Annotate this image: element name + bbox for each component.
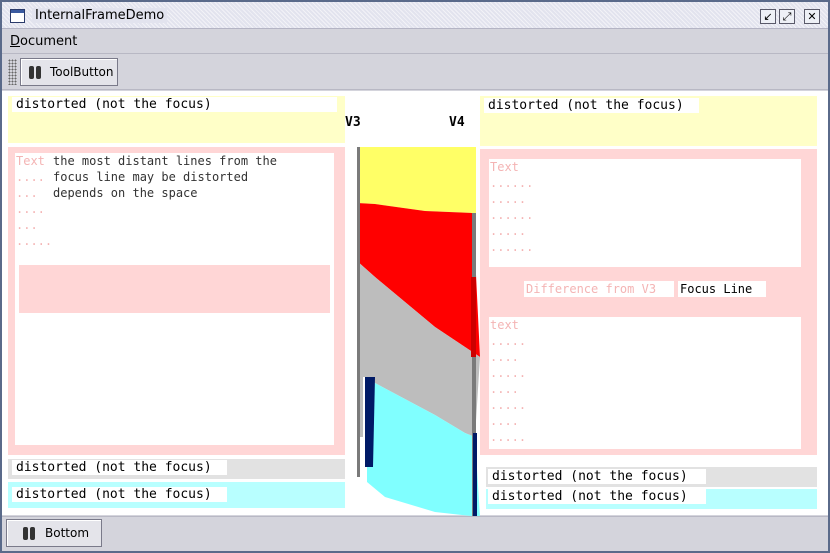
right-ghost-dots: ..... (490, 398, 527, 412)
right-ghost-dots: ..... (490, 366, 527, 380)
menu-bar: Document (2, 30, 828, 54)
right-ghost-dots: .... (490, 350, 519, 364)
left-ghost-dots: ... (16, 186, 38, 200)
bottom-toolbar: Bottom (2, 516, 828, 551)
left-bottom-label-1: distorted (not the focus) (12, 460, 227, 475)
axis-v3-line (357, 147, 360, 477)
band-yellow (357, 147, 473, 213)
left-gray-bar: distorted (not the focus) (8, 459, 345, 479)
toolbar: ToolButton (2, 55, 828, 90)
right-top-label: distorted (not the focus) (484, 98, 699, 113)
left-ghost-dots: ..... (16, 234, 53, 248)
exclamation-icon (23, 527, 37, 541)
maximize-icon[interactable]: ⤢ (779, 9, 795, 24)
left-bottom-label-2: distorted (not the focus) (12, 487, 227, 502)
right-ghost-dots: ...... (490, 208, 534, 222)
right-ghost-dots: ..... (490, 430, 527, 444)
right-ghost-dots: ...... (490, 176, 534, 190)
focus-line-label: Focus Line (678, 281, 766, 297)
right-ghost-dots: ..... (490, 192, 527, 206)
exclamation-icon (29, 66, 43, 80)
right-gray-bar: distorted (not the focus) (486, 467, 817, 487)
parallel-coordinates-graphic (357, 147, 480, 517)
toolbar-grip-icon[interactable] (8, 59, 17, 85)
left-ghost-dots: ... (16, 218, 38, 232)
axis-v4-navy (473, 433, 477, 517)
window-icon (10, 9, 25, 23)
tool-button[interactable]: ToolButton (20, 58, 118, 86)
bottom-button-label: Bottom (45, 526, 90, 540)
left-cyan-bar: distorted (not the focus) (8, 482, 345, 508)
left-note-line-3: depends on the space (53, 186, 198, 200)
minimize-icon[interactable]: ↙ (760, 9, 776, 24)
axis-v4-red (471, 277, 476, 357)
tool-button-label: ToolButton (50, 65, 114, 79)
right-cyan-bar: distorted (not the focus) (486, 489, 817, 509)
difference-label: Difference from V3 (524, 281, 674, 297)
axis-v3-label: V3 (345, 115, 361, 130)
window-title: InternalFrameDemo (32, 8, 168, 23)
right-ghost-dots: .... (490, 414, 519, 428)
right-text-area-2[interactable]: text ..... .... ..... .... ..... .... ..… (489, 317, 801, 449)
bottom-button[interactable]: Bottom (6, 519, 102, 547)
right-ghost-dots: ..... (490, 334, 527, 348)
right-bottom-label-2: distorted (not the focus) (488, 489, 706, 504)
right-ghost-text-2: text (490, 318, 519, 332)
right-ghost-dots: ...... (490, 240, 534, 254)
menu-document[interactable]: Document (10, 34, 77, 49)
right-top-panel: distorted (not the focus) (480, 96, 817, 146)
right-text-area-1[interactable]: Text ...... ..... ...... ..... ...... (489, 159, 801, 267)
left-ghost-dots: .... (16, 170, 45, 184)
right-main-panel: Text ...... ..... ...... ..... ...... Di… (480, 149, 817, 455)
title-bar[interactable]: InternalFrameDemo ↙ ⤢ ✕ (2, 2, 828, 29)
left-note-line-2: focus line may be distorted (53, 170, 249, 184)
left-inner-block (19, 265, 330, 313)
left-top-panel: distorted (not the focus) (8, 96, 345, 143)
right-ghost-dots: ..... (490, 224, 527, 238)
right-ghost-dots: .... (490, 382, 519, 396)
left-ghost-text: Text (16, 154, 45, 168)
left-main-panel: Text .... ... .... ... ..... the most di… (8, 147, 345, 455)
left-ghost-dots: .... (16, 202, 45, 216)
axis-v4-top-yellow (471, 147, 476, 213)
content-area: distorted (not the focus) Text .... ... … (2, 91, 828, 517)
left-top-label: distorted (not the focus) (12, 97, 337, 112)
right-bottom-label-1: distorted (not the focus) (488, 469, 706, 484)
close-icon[interactable]: ✕ (804, 9, 820, 24)
right-ghost-text-1: Text (490, 160, 519, 174)
left-note-line-1: the most distant lines from the (53, 154, 277, 168)
axis-v4-label: V4 (449, 115, 465, 130)
left-text-area[interactable]: Text .... ... .... ... ..... the most di… (15, 153, 334, 445)
